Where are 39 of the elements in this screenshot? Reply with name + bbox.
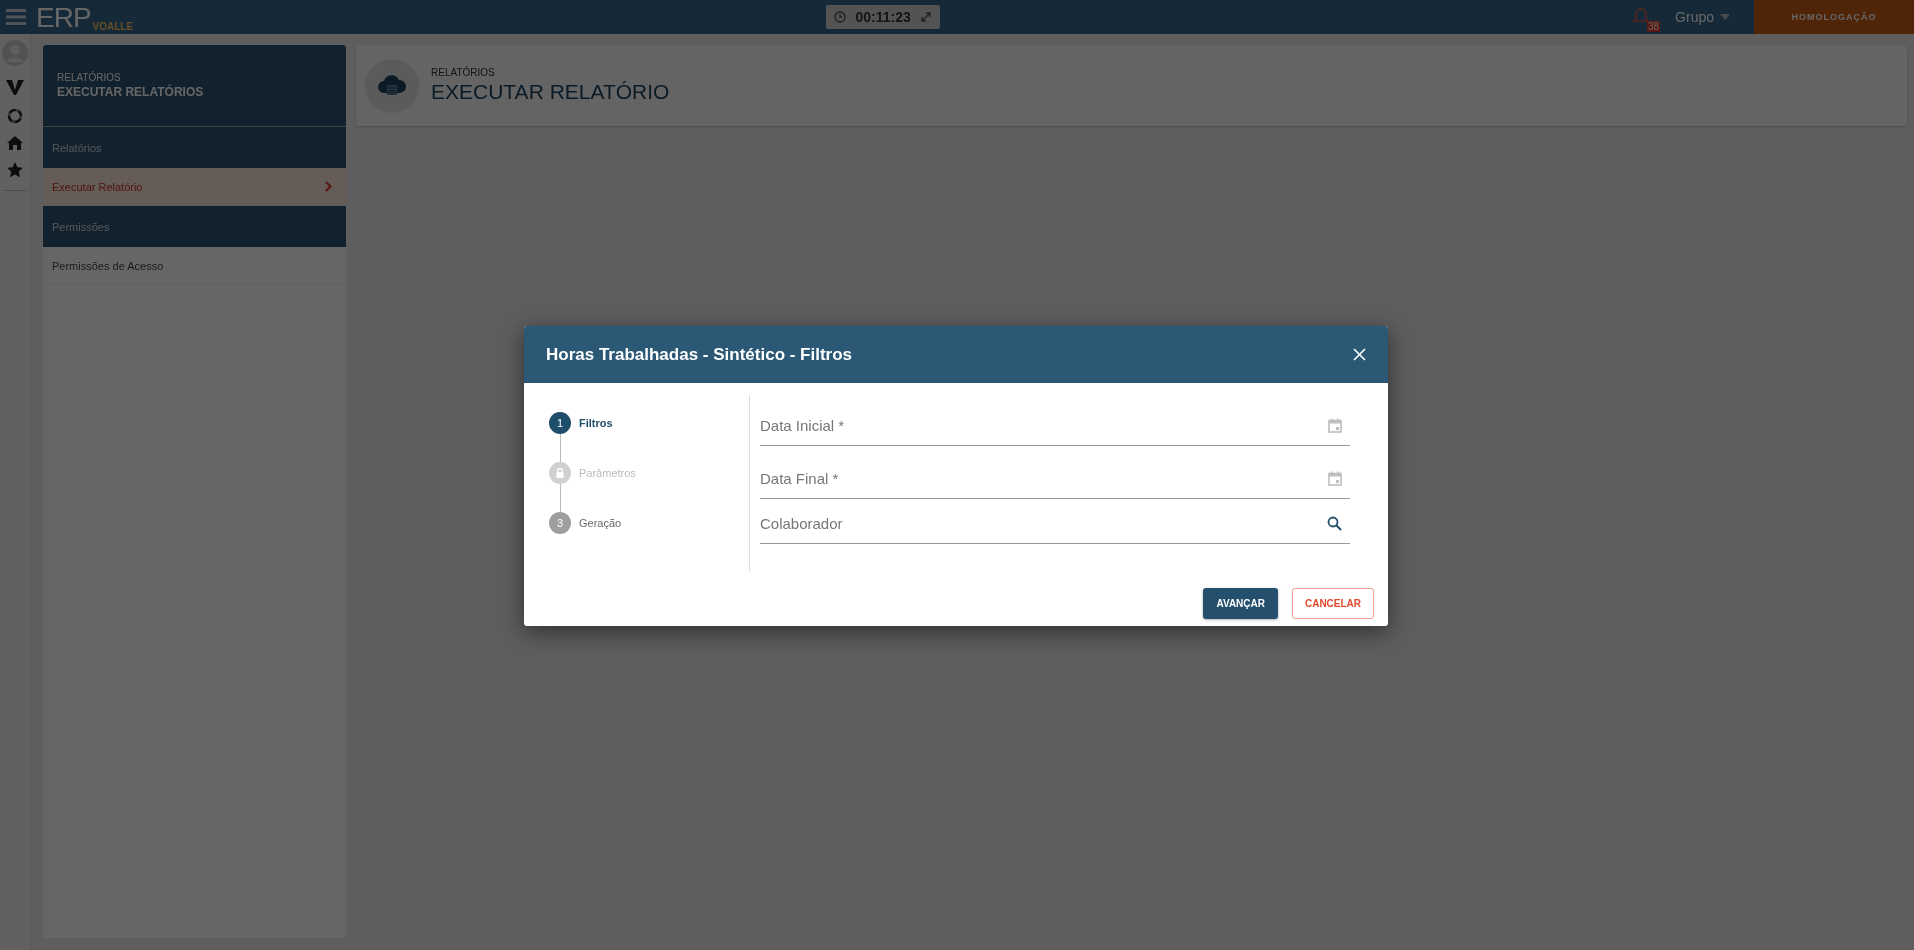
home-icon[interactable] [7,136,23,150]
step-label: Filtros [579,417,613,429]
chevron-right-icon [325,181,332,192]
search-icon[interactable] [1327,515,1342,531]
environment-label: HOMOLOGAÇÃO [1754,0,1914,34]
logo-text: ERP [36,4,91,32]
next-button[interactable]: AVANÇAR [1203,588,1278,619]
group-dropdown[interactable]: Grupo [1669,8,1736,26]
sidebar-breadcrumb: RELATÓRIOS [57,72,121,83]
input-field[interactable]: Data Inicial * [760,410,1328,440]
dialog-title: Horas Trabalhadas - Sintético - Filtros [546,344,853,365]
expand-icon[interactable] [919,11,932,23]
sidebar-group-header[interactable]: Relatórios [43,127,346,168]
clock-icon [834,11,847,23]
step-number: 1 [549,412,571,434]
step-number: 3 [549,512,571,534]
caret-icon [1720,14,1730,20]
cancel-button[interactable]: CANCELAR [1292,588,1374,619]
page-breadcrumb: RELATÓRIOS [431,67,496,78]
logo-subtext: VOALLE [92,22,134,32]
step-label: Parâmetros [579,467,636,479]
sidebar-item[interactable]: Executar Relatório [43,168,346,206]
calendar-icon[interactable] [1328,417,1342,433]
calendar-icon[interactable] [1328,470,1342,486]
close-icon[interactable] [1353,348,1366,361]
input-field[interactable]: Data Final * [760,463,1328,493]
input-field[interactable]: Colaborador [760,508,1327,538]
lock-step-icon [549,462,571,484]
menu-icon[interactable] [6,9,26,25]
step-label: Geração [579,517,622,529]
star-icon[interactable] [7,162,23,178]
timer-text: 00:11:23 [855,9,911,25]
notification-count: 38 [1646,21,1661,32]
v-logo-icon[interactable] [6,78,24,96]
lifebuoy-icon[interactable] [7,108,23,124]
sidebar-item[interactable]: Permissões de Acesso [43,247,346,285]
page-title: EXECUTAR RELATÓRIO [431,80,670,104]
sidebar-title: EXECUTAR RELATÓRIOS [57,85,204,99]
sidebar-group-header[interactable]: Permissões [43,206,346,247]
